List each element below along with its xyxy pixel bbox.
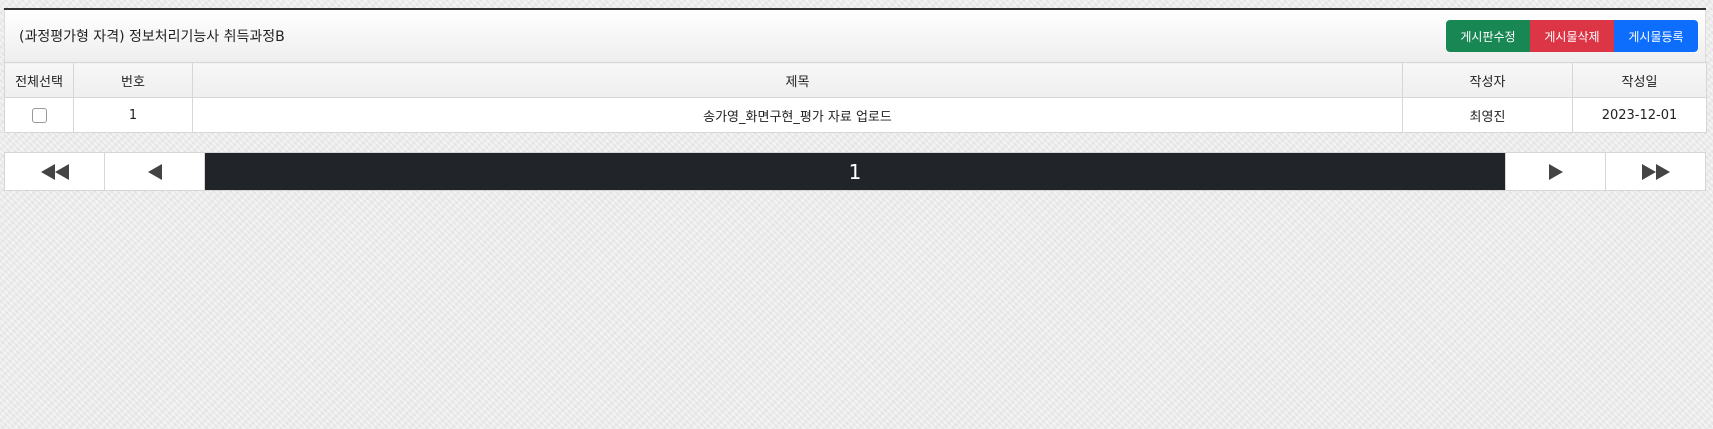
row-author: 최영진 <box>1402 97 1573 133</box>
date-header: 작성일 <box>1572 62 1707 98</box>
row-number: 1 <box>73 97 193 133</box>
row-title-link[interactable]: 송가영_화면구현_평가 자료 업로드 <box>192 97 1403 133</box>
pagination: 1 <box>4 152 1706 191</box>
title-header: 제목 <box>192 62 1403 98</box>
author-header: 작성자 <box>1402 62 1573 98</box>
first-page-button[interactable] <box>5 153 105 190</box>
last-page-icon <box>1641 163 1670 180</box>
next-page-button[interactable] <box>1505 153 1605 190</box>
board-header: (과정평가형 자격) 정보처리기능사 취득과정B 게시판수정 게시물삭제 게시물… <box>4 10 1706 62</box>
last-page-button[interactable] <box>1605 153 1705 190</box>
row-date: 2023-12-01 <box>1572 97 1707 133</box>
edit-board-button[interactable]: 게시판수정 <box>1446 20 1530 52</box>
delete-post-button[interactable]: 게시물삭제 <box>1530 20 1614 52</box>
next-page-icon <box>1548 163 1563 180</box>
board-panel: (과정평가형 자격) 정보처리기능사 취득과정B 게시판수정 게시물삭제 게시물… <box>4 8 1707 133</box>
board-action-buttons: 게시판수정 게시물삭제 게시물등록 <box>1446 20 1698 52</box>
board-title: (과정평가형 자격) 정보처리기능사 취득과정B <box>19 29 285 45</box>
select-all-header[interactable]: 전체선택 <box>4 62 74 98</box>
row-select-cell <box>4 97 74 133</box>
table-row[interactable]: 1 송가영_화면구현_평가 자료 업로드 최영진 2023-12-01 <box>4 97 1707 133</box>
prev-page-icon <box>147 163 162 180</box>
row-checkbox[interactable] <box>31 107 47 123</box>
current-page-button[interactable]: 1 <box>205 153 1505 190</box>
add-post-button[interactable]: 게시물등록 <box>1614 20 1698 52</box>
prev-page-button[interactable] <box>105 153 205 190</box>
table-header-row: 전체선택 번호 제목 작성자 작성일 <box>4 62 1707 98</box>
post-table: 전체선택 번호 제목 작성자 작성일 1 송가영_화면구현_평가 자료 업로드 … <box>4 62 1707 133</box>
first-page-icon <box>40 163 69 180</box>
number-header: 번호 <box>73 62 193 98</box>
